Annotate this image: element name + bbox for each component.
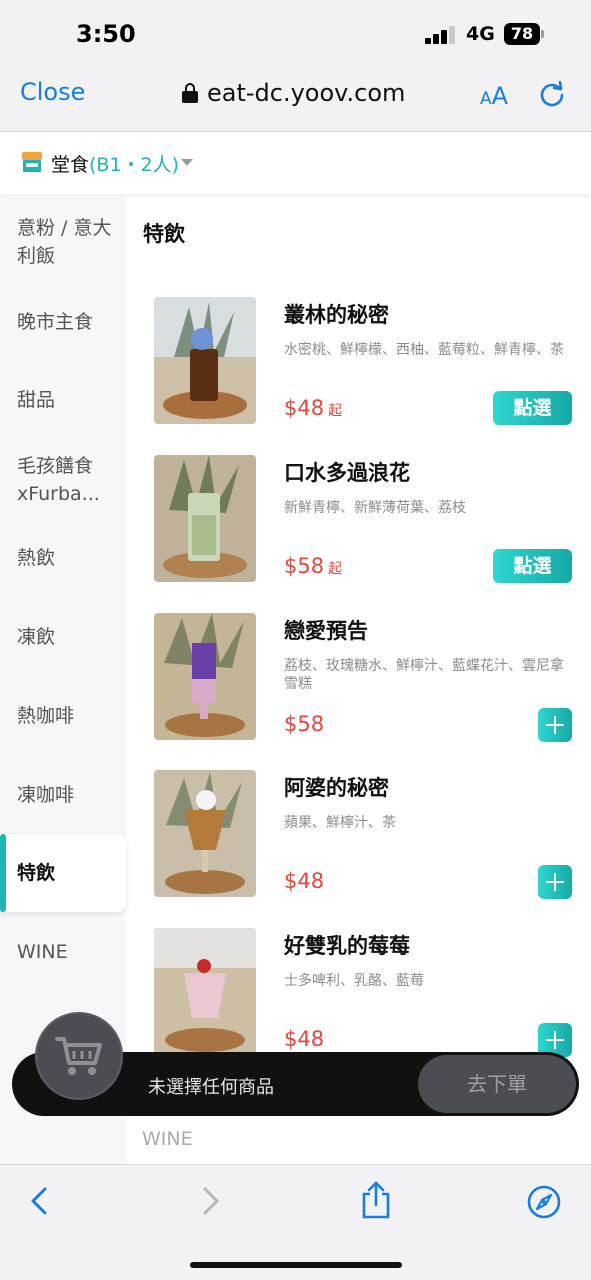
status-bar: 3:50 4G 78 xyxy=(0,0,591,62)
drink-image xyxy=(154,297,256,424)
select-button[interactable]: 點選 xyxy=(493,549,572,583)
sidebar-item-dessert[interactable]: 甜品 xyxy=(0,386,126,414)
section-title-wine: WINE xyxy=(142,1128,193,1150)
cart-status-text: 未選擇任何商品 xyxy=(148,1077,274,1098)
drink-image xyxy=(154,455,256,582)
item-description: 水密桃、鮮檸檬、西柚、藍莓粒、鮮青檸、茶 xyxy=(284,342,564,358)
back-icon[interactable] xyxy=(28,1186,50,1216)
item-name: 好雙乳的莓莓 xyxy=(284,934,410,958)
lock-icon xyxy=(182,83,198,103)
drink-image xyxy=(154,613,256,740)
item-description: 士多啤利、乳酪、藍莓 xyxy=(284,973,424,989)
network-type: 4G xyxy=(466,23,495,45)
item-description: 荔枝、玫瑰糖水、鮮檸汁、藍蝶花汁、雲尼拿雪糕 xyxy=(284,658,564,692)
drink-image xyxy=(154,928,256,1055)
browser-top-bar: Close eat-dc.yoov.com AA xyxy=(0,62,591,132)
add-button[interactable] xyxy=(538,865,572,899)
item-name: 口水多過浪花 xyxy=(284,461,410,485)
item-price: $58 起 xyxy=(284,554,343,578)
status-time: 3:50 xyxy=(76,20,136,48)
sidebar-item-cold-drinks[interactable]: 凍飲 xyxy=(0,623,126,651)
item-price: $58 xyxy=(284,712,325,736)
sidebar-item-specials[interactable]: 特飲 xyxy=(0,834,126,912)
sidebar-item-pet-food[interactable]: 毛孩饍食xFurba... xyxy=(0,452,120,508)
menu-item[interactable]: 戀愛預告 荔枝、玫瑰糖水、鮮檸汁、藍蝶花汁、雲尼拿雪糕 $58 xyxy=(142,613,582,753)
sidebar-item-wine[interactable]: WINE xyxy=(0,938,126,966)
menu-item[interactable]: 口水多過浪花 新鮮青檸、新鮮薄荷葉、荔枝 $58 起 點選 xyxy=(142,455,582,595)
checkout-button[interactable]: 去下單 xyxy=(418,1055,576,1113)
section-title: 特飲 xyxy=(143,222,185,246)
item-name: 戀愛預告 xyxy=(284,619,368,643)
item-price: $48 起 xyxy=(284,396,343,420)
item-price: $48 xyxy=(284,1027,325,1051)
store-icon xyxy=(22,152,42,172)
item-price: $48 xyxy=(284,869,325,893)
item-description: 新鮮青檸、新鮮薄荷葉、荔枝 xyxy=(284,500,466,516)
select-button[interactable]: 點選 xyxy=(493,391,572,425)
item-description: 蘋果、鮮檸汁、茶 xyxy=(284,815,396,831)
sidebar-item-hot-coffee[interactable]: 熱咖啡 xyxy=(0,702,126,730)
address-bar[interactable]: eat-dc.yoov.com xyxy=(182,78,405,108)
sidebar-item-hot-drinks[interactable]: 熱飲 xyxy=(0,544,126,572)
share-icon[interactable] xyxy=(360,1180,392,1220)
add-button[interactable] xyxy=(538,708,572,742)
cart-icon[interactable] xyxy=(55,1035,103,1077)
sidebar-item-pasta[interactable]: 意粉 / 意大利飯 xyxy=(0,214,120,270)
item-name: 阿婆的秘密 xyxy=(284,776,389,800)
battery-icon: 78 xyxy=(504,23,540,45)
sidebar-item-iced-coffee[interactable]: 凍咖啡 xyxy=(0,781,126,809)
home-indicator xyxy=(190,1262,402,1268)
compass-icon[interactable] xyxy=(526,1184,562,1220)
signal-icon xyxy=(425,26,455,44)
battery-tip xyxy=(541,30,544,38)
url-text: eat-dc.yoov.com xyxy=(207,79,406,107)
menu-item[interactable]: 阿婆的秘密 蘋果、鮮檸汁、茶 $48 xyxy=(142,770,582,910)
forward-icon[interactable] xyxy=(200,1186,222,1216)
close-button[interactable]: Close xyxy=(20,78,85,106)
menu-item[interactable]: 叢林的秘密 水密桃、鮮檸檬、西柚、藍莓粒、鮮青檸、茶 $48 起 點選 xyxy=(142,297,582,437)
text-size-button[interactable]: AA xyxy=(480,82,508,110)
sidebar-item-dinner[interactable]: 晚市主食 xyxy=(0,308,126,336)
order-type-label[interactable]: 堂食(B1・2人) xyxy=(51,150,179,177)
item-name: 叢林的秘密 xyxy=(284,303,389,327)
menu-item[interactable]: 好雙乳的莓莓 士多啤利、乳酪、藍莓 $48 xyxy=(142,928,582,1068)
drink-image xyxy=(154,770,256,897)
chevron-down-icon[interactable] xyxy=(181,159,193,166)
order-detail: (B1・2人) xyxy=(89,154,180,176)
reload-icon[interactable] xyxy=(538,80,566,108)
